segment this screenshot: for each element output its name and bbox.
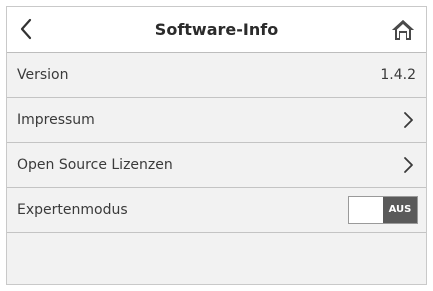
open-source-licenses-label: Open Source Lizenzen — [17, 157, 173, 173]
version-label: Version — [17, 67, 69, 83]
impressum-row[interactable]: Impressum — [7, 98, 426, 143]
page-title: Software-Info — [154, 20, 279, 39]
impressum-label: Impressum — [17, 112, 95, 128]
home-icon — [392, 20, 414, 40]
expert-mode-row: Expertenmodus AUS — [7, 188, 426, 233]
version-value: 1.4.2 — [380, 67, 416, 83]
expert-mode-label: Expertenmodus — [17, 202, 128, 218]
software-info-screen: Software-Info Version 1.4.2 Impressum Op… — [6, 6, 427, 285]
chevron-right-icon — [404, 112, 413, 128]
version-row: Version 1.4.2 — [7, 53, 426, 98]
home-button[interactable] — [386, 14, 420, 46]
chevron-left-icon — [20, 18, 32, 40]
header-bar: Software-Info — [7, 7, 426, 53]
toggle-state-label: AUS — [383, 197, 417, 223]
open-source-licenses-row[interactable]: Open Source Lizenzen — [7, 143, 426, 188]
chevron-right-icon — [404, 157, 413, 173]
back-button[interactable] — [11, 13, 41, 45]
expert-mode-toggle[interactable]: AUS — [348, 196, 418, 224]
